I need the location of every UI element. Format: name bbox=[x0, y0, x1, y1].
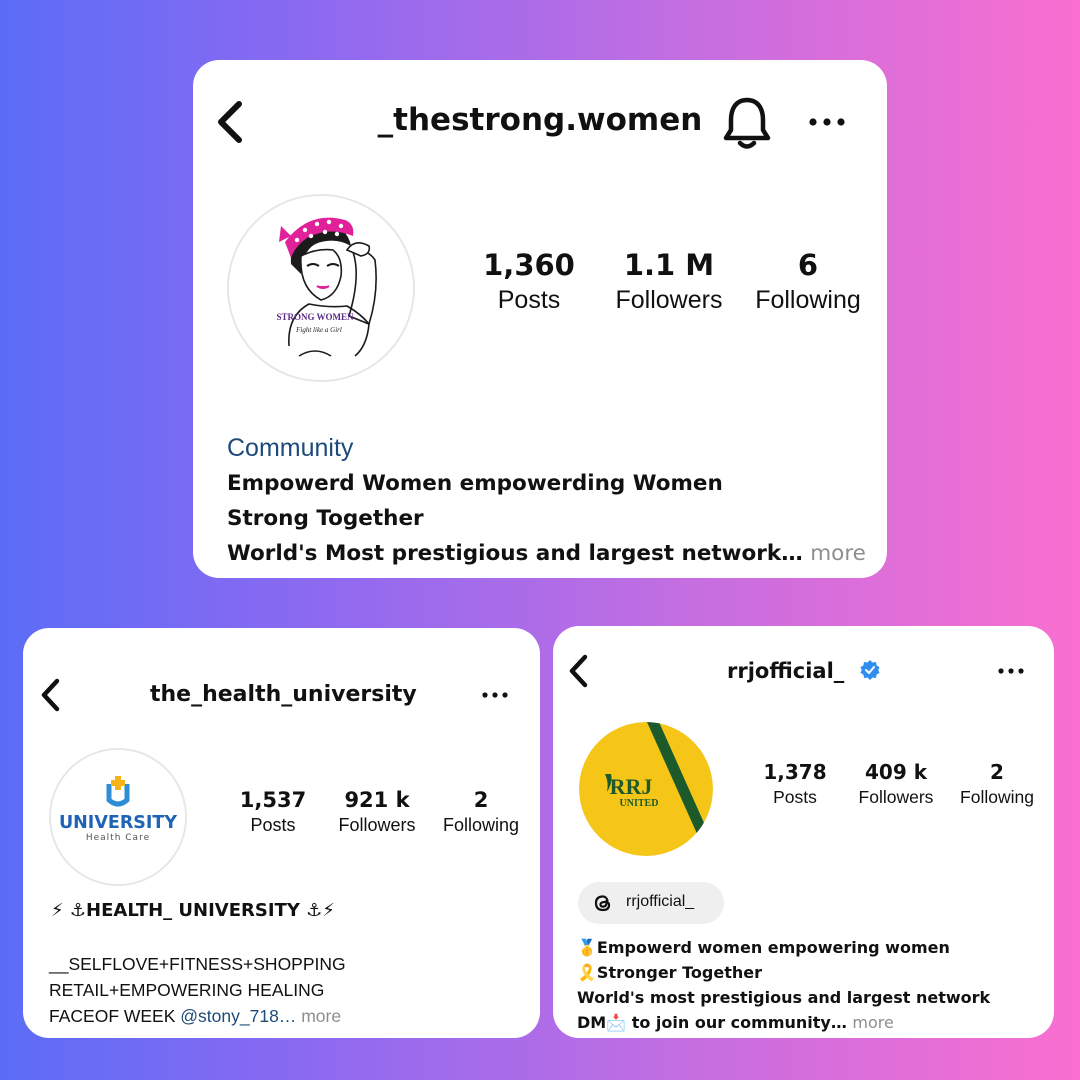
strong-women-logo: STRONG WOMEN Fight like a Girl bbox=[229, 196, 413, 380]
bio-more-link[interactable]: more bbox=[810, 541, 866, 566]
profile-category: Community bbox=[227, 434, 354, 462]
stat-followers-value: 1.1 M bbox=[623, 248, 715, 282]
stat-followers[interactable]: 921 k Followers bbox=[329, 788, 425, 836]
stat-following-label: Following bbox=[960, 787, 1034, 807]
stat-posts-value: 1,360 bbox=[483, 248, 575, 282]
more-options-icon[interactable] bbox=[805, 108, 849, 136]
bio-more-link[interactable]: more bbox=[301, 1006, 341, 1026]
stat-posts-label: Posts bbox=[773, 787, 817, 807]
bio-line-last: World's Most prestigious and largest net… bbox=[227, 541, 866, 566]
svg-text:RRJ: RRJ bbox=[610, 774, 653, 799]
stat-following[interactable]: 2 Following bbox=[433, 788, 529, 836]
back-chevron-icon[interactable] bbox=[563, 652, 593, 690]
back-chevron-icon[interactable] bbox=[35, 676, 65, 714]
svg-text:STRONG WOMEN: STRONG WOMEN bbox=[276, 312, 354, 322]
bio-heading: ⚡ ⚓HEALTH_ UNIVERSITY ⚓⚡ bbox=[51, 900, 335, 921]
bio-line: 🎗️Stronger Together bbox=[577, 963, 762, 982]
profile-card-thestrong-women: _thestrong.women STRONG WOMEN Fight like… bbox=[193, 60, 887, 578]
bio-line: 🥇Empowerd women empowering women bbox=[577, 938, 950, 957]
bell-icon[interactable] bbox=[721, 94, 773, 150]
stat-posts-label: Posts bbox=[497, 286, 561, 314]
bio-line: World's most prestigious and largest net… bbox=[577, 988, 991, 1007]
profile-card-rrjofficial: rrjofficial_ RRJ UNITED 1,378 Posts 409 … bbox=[553, 626, 1054, 1038]
bio-line: Empowerd Women empowerding Women bbox=[227, 471, 723, 496]
university-health-care-logo: UNIVERSITY Health Care bbox=[51, 750, 185, 884]
stat-posts-value: 1,537 bbox=[239, 788, 307, 812]
bio-more-link[interactable]: more bbox=[852, 1013, 893, 1032]
stat-following-value: 2 bbox=[473, 788, 489, 812]
svg-text:Fight like a Girl: Fight like a Girl bbox=[295, 326, 342, 334]
svg-text:UNITED: UNITED bbox=[620, 798, 659, 809]
bio-mention-link[interactable]: @stony_718… bbox=[180, 1006, 296, 1026]
bio-line-last: FACEOF WEEK @stony_718… more bbox=[49, 1006, 341, 1027]
profile-avatar[interactable]: UNIVERSITY Health Care bbox=[49, 748, 187, 886]
stat-followers-label: Followers bbox=[858, 787, 934, 807]
svg-text:Health Care: Health Care bbox=[86, 833, 150, 843]
stat-posts-value: 1,378 bbox=[763, 760, 827, 784]
stat-posts[interactable]: 1,537 Posts bbox=[227, 788, 319, 836]
bio-line-text: DM📩 to join our community… bbox=[577, 1013, 847, 1032]
stat-followers[interactable]: 409 k Followers bbox=[849, 760, 943, 808]
stat-followers-label: Followers bbox=[338, 815, 416, 835]
bio-line: __SELFLOVE+FITNESS+SHOPPING bbox=[49, 954, 346, 974]
more-options-icon[interactable] bbox=[995, 660, 1027, 682]
stat-posts[interactable]: 1,378 Posts bbox=[749, 760, 841, 808]
bio-line: Strong Together bbox=[227, 506, 424, 531]
profile-card-the-health-university: the_health_university UNIVERSITY Health … bbox=[23, 628, 540, 1038]
bio-line-text: World's Most prestigious and largest net… bbox=[227, 541, 803, 566]
svg-text:UNIVERSITY: UNIVERSITY bbox=[59, 813, 177, 833]
stat-followers-value: 921 k bbox=[344, 788, 410, 812]
stat-following[interactable]: 2 Following bbox=[951, 760, 1043, 808]
stat-following-value: 2 bbox=[990, 760, 1004, 784]
stat-followers-value: 409 k bbox=[864, 760, 927, 784]
stat-posts-label: Posts bbox=[250, 815, 296, 835]
stat-followers-label: Followers bbox=[615, 286, 723, 314]
threads-badge[interactable]: rrjofficial_ bbox=[578, 882, 724, 924]
verified-badge-icon bbox=[859, 659, 881, 681]
stat-following[interactable]: 6 Following bbox=[743, 248, 873, 315]
stat-following-label: Following bbox=[755, 286, 861, 314]
profile-username: rrjofficial_ bbox=[727, 659, 845, 683]
threads-icon bbox=[594, 895, 611, 912]
stat-posts[interactable]: 1,360 Posts bbox=[465, 248, 593, 315]
bio-line: RETAIL+EMPOWERING HEALING bbox=[49, 980, 325, 1000]
more-options-icon[interactable] bbox=[479, 684, 511, 706]
profile-avatar[interactable]: RRJ UNITED bbox=[579, 722, 713, 856]
bio-line-last: DM📩 to join our community… more bbox=[577, 1013, 894, 1032]
stat-following-label: Following bbox=[442, 815, 520, 835]
stat-following-value: 6 bbox=[797, 248, 819, 282]
stat-followers[interactable]: 1.1 M Followers bbox=[603, 248, 735, 315]
profile-username: the_health_university bbox=[150, 682, 417, 707]
threads-handle: rrjofficial_ bbox=[626, 893, 695, 910]
profile-avatar[interactable]: STRONG WOMEN Fight like a Girl bbox=[227, 194, 415, 382]
rrj-united-logo: RRJ UNITED bbox=[579, 722, 713, 856]
profile-username: _thestrong.women bbox=[377, 102, 703, 138]
bio-line-text: FACEOF WEEK bbox=[49, 1006, 181, 1026]
